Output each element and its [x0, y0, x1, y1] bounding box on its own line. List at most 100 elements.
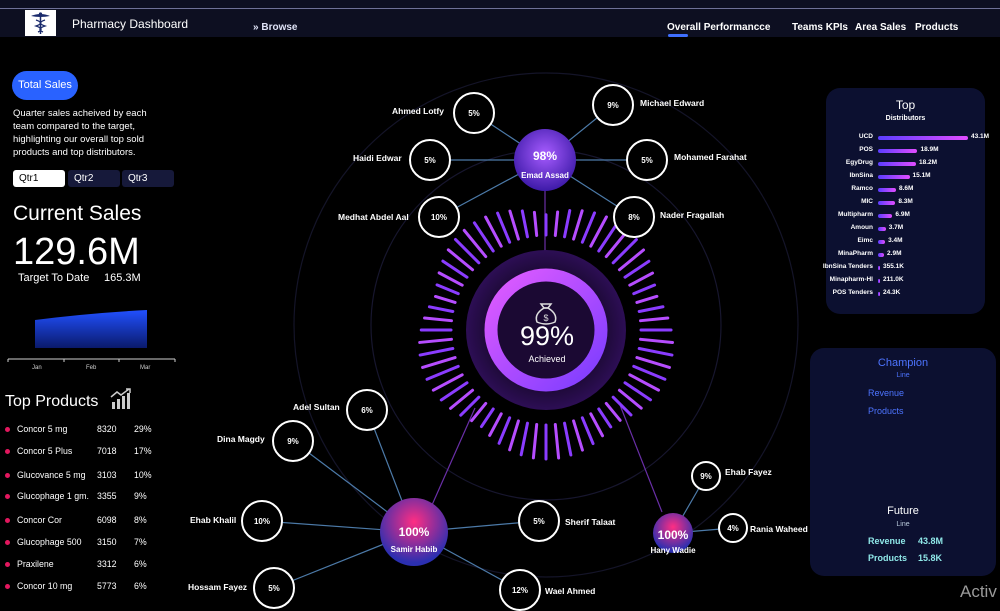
distributor-row: IbnSina 15.1M	[826, 172, 985, 184]
distributor-name: Ramco	[851, 185, 873, 192]
distributor-value: 43.1M	[971, 133, 990, 140]
distributor-bar	[878, 162, 916, 166]
distributor-row: POS Tenders 24.3K	[826, 289, 985, 301]
burst-ray	[496, 211, 512, 244]
distributor-value: 355.1K	[883, 263, 904, 270]
distributor-value: 211.0K	[883, 276, 904, 283]
member-percentage: 5%	[424, 156, 436, 165]
member-percentage: 9%	[700, 472, 712, 481]
hub-percentage: 98%	[532, 149, 558, 163]
member-name: Nader Fragallah	[660, 210, 725, 220]
distributor-row: MinaPharm 2.9M	[826, 250, 985, 262]
distributors-subtitle: Distributors	[885, 115, 926, 122]
activation-watermark: Activ	[960, 582, 997, 601]
distributor-row: Ramco 8.6M	[826, 185, 985, 197]
member-name: Michael Edward	[640, 98, 705, 108]
burst-ray	[580, 416, 595, 446]
burst-ray	[427, 305, 455, 313]
burst-ray	[635, 294, 659, 304]
burst-ray	[597, 407, 613, 429]
burst-ray	[611, 395, 633, 417]
member-name: Ahmed Lotfy	[392, 106, 444, 116]
burst-ray	[532, 210, 539, 237]
distributor-row: Amoun 3.7M	[826, 224, 985, 236]
distributor-value: 15.1M	[912, 172, 931, 179]
burst-ray	[632, 364, 667, 381]
burst-ray	[418, 347, 455, 357]
champion-revenue-label: Revenue	[868, 388, 905, 398]
distributor-name: Amoun	[850, 224, 873, 231]
member-percentage: 5%	[268, 584, 280, 593]
future-products-label: Products	[868, 553, 908, 563]
burst-ray	[637, 347, 674, 357]
member-percentage: 9%	[287, 437, 299, 446]
member-name: Adel Sultan	[293, 402, 340, 412]
distributor-row: EgyDrug 18.2M	[826, 159, 985, 171]
member-percentage: 10%	[430, 213, 447, 222]
member-name: Ehab Fayez	[725, 467, 772, 477]
member-percentage: 8%	[628, 213, 640, 222]
burst-ray	[639, 337, 674, 344]
member-name: Hossam Fayez	[188, 582, 248, 592]
distributor-value: 3.4M	[888, 237, 903, 244]
burst-ray	[635, 356, 671, 369]
champion-line-panel: Champion Line Revenue Products Future Li…	[810, 348, 996, 576]
distributor-row: UCD 43.1M	[826, 133, 989, 145]
distributor-value: 3.7M	[888, 224, 904, 231]
distributor-bar	[878, 201, 896, 205]
burst-ray	[589, 412, 605, 438]
distributor-name: Eimc	[857, 237, 873, 244]
distributor-bar	[878, 253, 885, 257]
member-percentage: 9%	[607, 101, 619, 110]
burst-ray	[425, 364, 460, 381]
distributor-name: MinaPharm	[837, 250, 873, 257]
burst-ray	[435, 283, 460, 296]
burst-ray	[580, 211, 597, 244]
member-percentage: 5%	[533, 517, 545, 526]
hub-name: Samir Habib	[390, 545, 438, 554]
member-percentage: 10%	[253, 517, 270, 526]
member-percentage: 6%	[361, 406, 373, 415]
burst-ray	[632, 283, 657, 296]
achieved-percentage: 99%	[519, 321, 575, 351]
champion-title: Champion	[877, 357, 929, 369]
burst-ray	[553, 210, 560, 237]
burst-ray	[418, 337, 453, 344]
distributor-bar	[878, 240, 886, 244]
distributor-name: IbnSina	[849, 172, 873, 179]
member-name: Dina Magdy	[217, 434, 265, 444]
burst-ray	[508, 419, 520, 452]
distributor-row: MIC 8.3M	[826, 198, 985, 210]
distributor-bar	[878, 175, 910, 179]
hub-name: Hany Wadie	[650, 546, 696, 555]
distributor-name: MIC	[861, 198, 873, 205]
burst-ray	[437, 271, 464, 287]
future-title: Future	[887, 505, 919, 517]
burst-ray	[637, 305, 665, 313]
distributor-value: 2.9M	[887, 250, 902, 257]
distributor-row: Multipharm 6.9M	[826, 211, 985, 223]
distributor-bar	[878, 136, 968, 140]
burst-ray	[563, 421, 573, 457]
member-percentage: 4%	[727, 524, 739, 533]
member-name: Haidi Edwar	[353, 153, 402, 163]
distributor-value: 24.3K	[883, 289, 901, 296]
distributor-value: 8.6M	[898, 185, 914, 192]
top-distributors-panel: Top Distributors UCD 43.1M POS 18.9M EgyDrug…	[823, 88, 989, 314]
distributor-row: IbnSina Tenders 355.1K	[823, 263, 985, 275]
future-products-value: 15.8K	[918, 553, 943, 563]
member-name: Sherif Talaat	[565, 517, 616, 527]
distributor-bar	[878, 266, 880, 270]
member-name: Rania Waheed	[750, 524, 808, 534]
burst-ray	[508, 209, 520, 241]
burst-ray	[553, 423, 561, 460]
burst-ray	[488, 412, 503, 437]
burst-ray	[531, 423, 539, 460]
burst-ray	[572, 419, 584, 452]
hub-name: Emad Assad	[521, 171, 569, 180]
burst-ray	[639, 316, 670, 323]
champion-subtitle: Line	[896, 372, 910, 379]
future-revenue-label: Revenue	[868, 536, 906, 546]
distributor-bar	[878, 149, 918, 153]
hub-percentage: 100%	[657, 528, 689, 542]
